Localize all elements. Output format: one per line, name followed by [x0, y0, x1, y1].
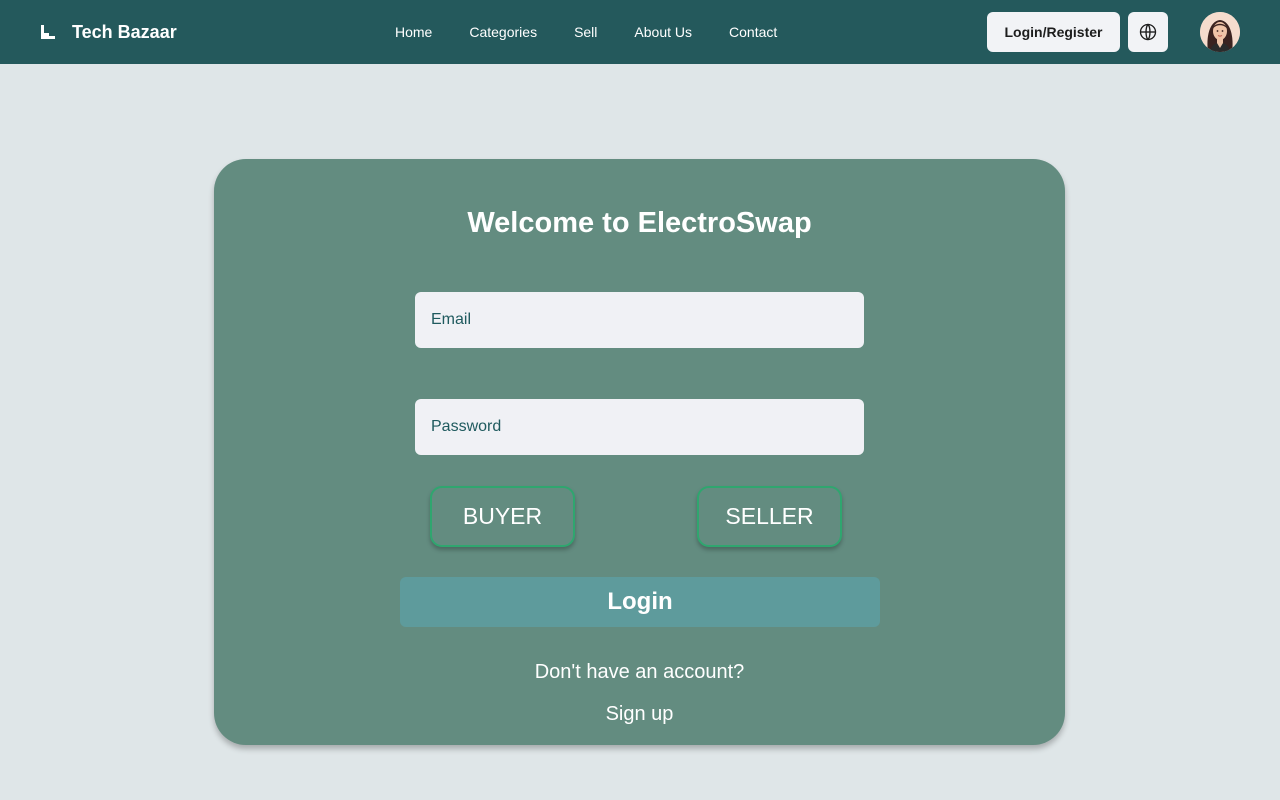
- no-account-text: Don't have an account?: [534, 661, 745, 683]
- email-input[interactable]: [415, 292, 864, 348]
- user-avatar[interactable]: [1200, 12, 1240, 52]
- language-button[interactable]: [1128, 12, 1168, 52]
- nav-about-us[interactable]: About Us: [634, 24, 692, 40]
- brand[interactable]: Tech Bazaar: [40, 0, 177, 64]
- login-button[interactable]: Login: [400, 577, 880, 627]
- signup-link-row: Sign up: [214, 703, 1065, 726]
- login-card: Welcome to ElectroSwap BUYER SELLER Logi…: [214, 159, 1065, 745]
- nav-categories[interactable]: Categories: [469, 24, 537, 40]
- nav-home[interactable]: Home: [395, 24, 432, 40]
- password-input[interactable]: [415, 399, 864, 455]
- brand-name: Tech Bazaar: [72, 21, 177, 42]
- main-nav: Home Categories Sell About Us Contact: [395, 0, 814, 64]
- user-avatar-image: [1200, 12, 1240, 52]
- login-title: Welcome to ElectroSwap: [467, 207, 812, 239]
- buyer-button[interactable]: BUYER: [430, 486, 575, 547]
- nav-sell[interactable]: Sell: [574, 24, 597, 40]
- top-navigation-bar: Tech Bazaar Home Categories Sell About U…: [0, 0, 1280, 64]
- stairs-logo-icon: [41, 25, 55, 39]
- globe-icon: [1139, 23, 1157, 41]
- seller-button[interactable]: SELLER: [697, 486, 842, 547]
- nav-contact[interactable]: Contact: [729, 24, 777, 40]
- signup-link[interactable]: Sign up: [606, 703, 674, 725]
- login-register-button[interactable]: Login/Register: [987, 12, 1120, 52]
